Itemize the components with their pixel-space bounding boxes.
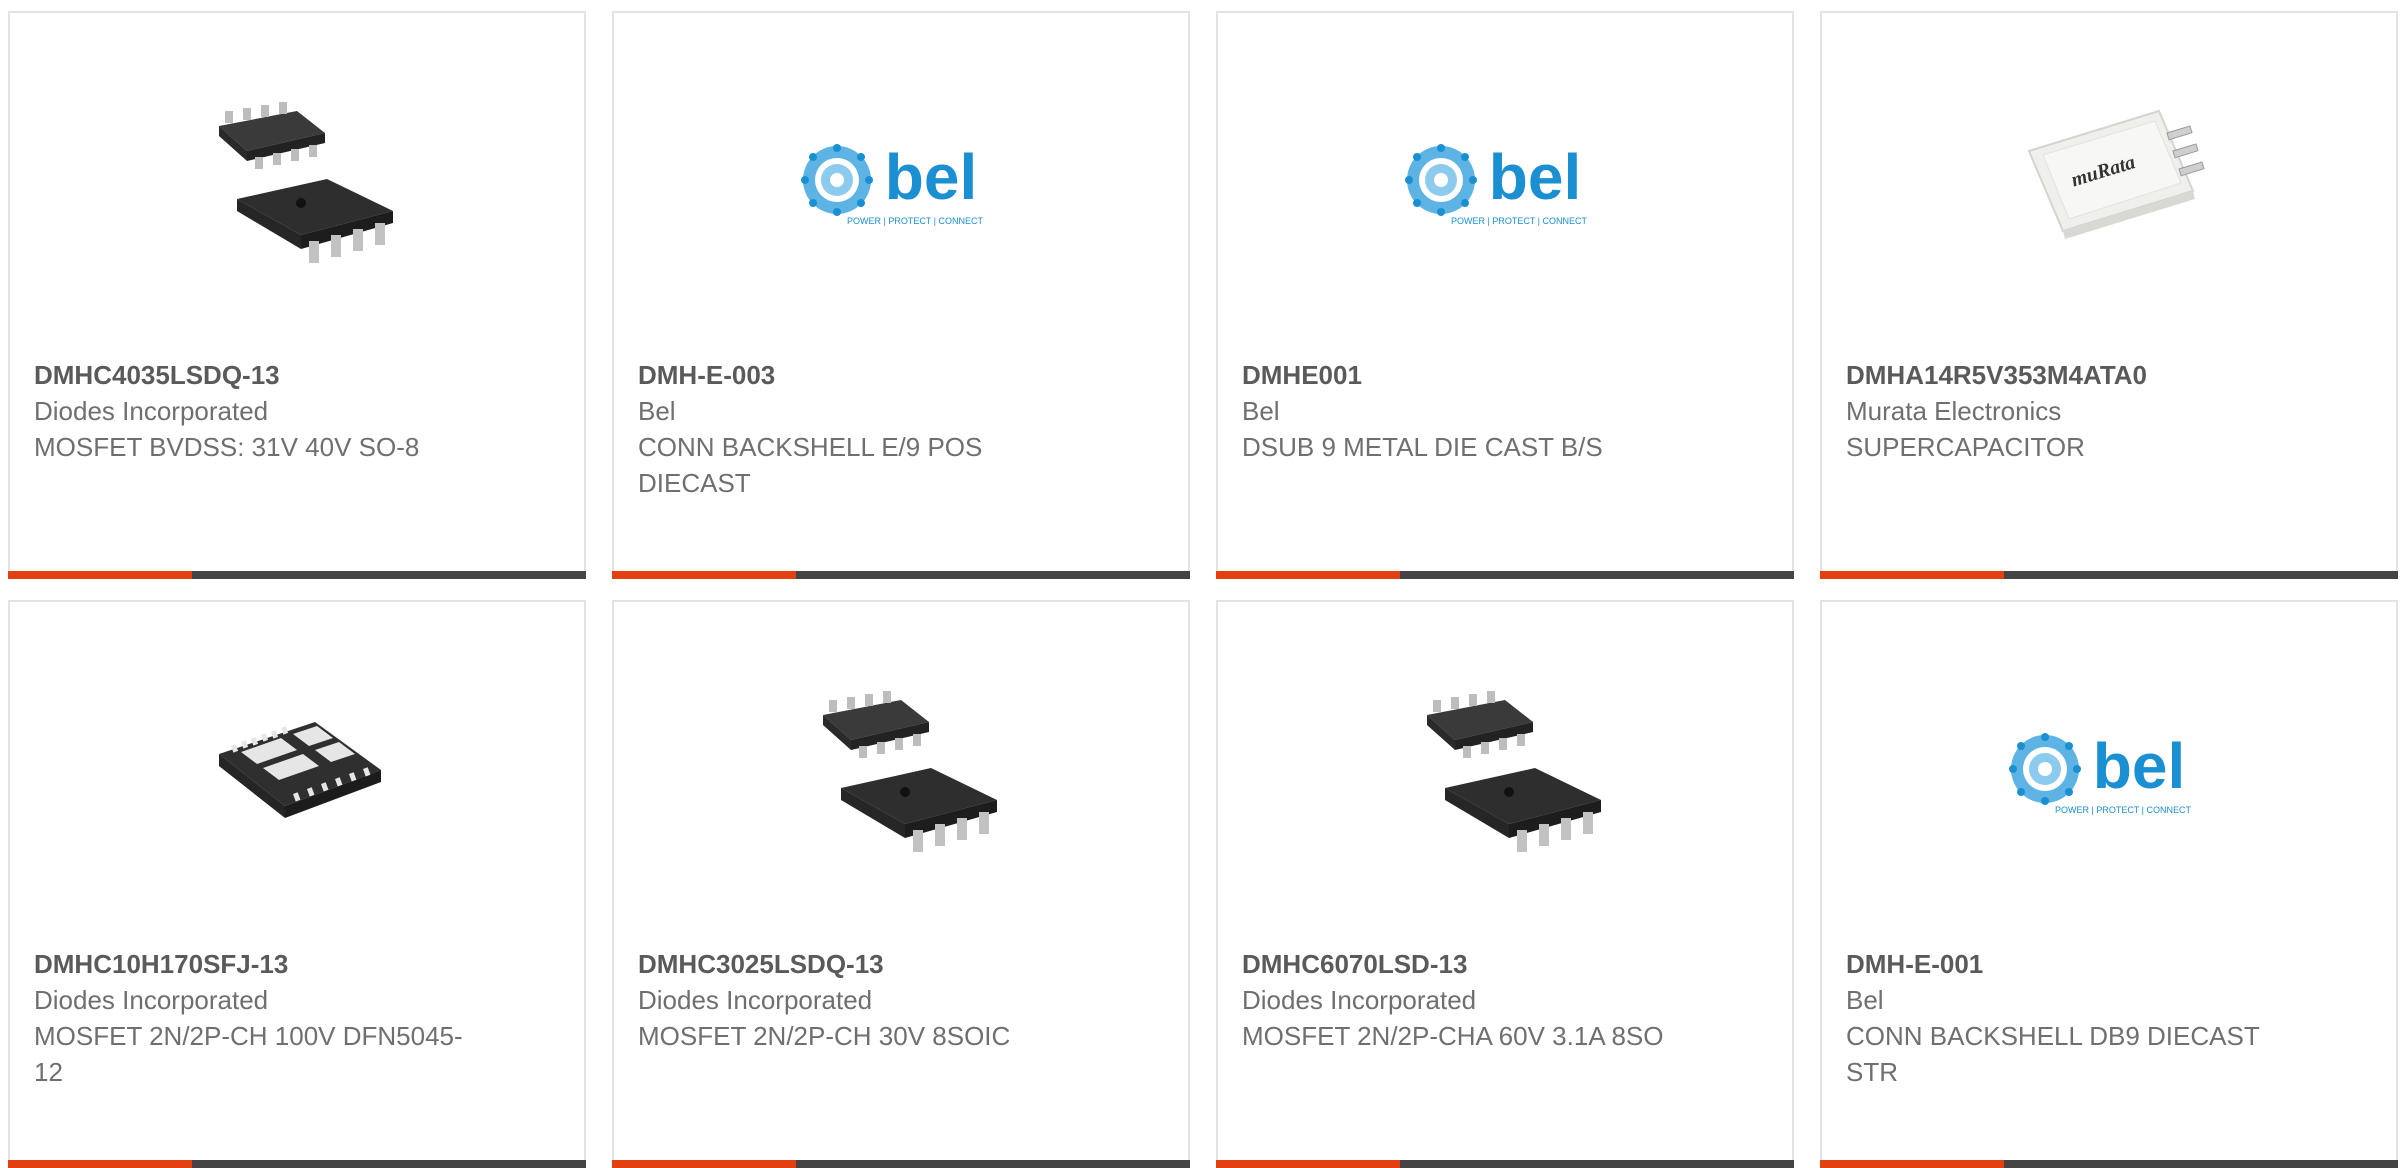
product-card[interactable]: DMHC6070LSD-13 Diodes Incorporated MOSFE… [1216,600,1794,1168]
product-info: DMHC6070LSD-13 Diodes Incorporated MOSFE… [1242,946,1768,1054]
product-image[interactable]: bel POWER | PROTECT | CONNECT [1405,81,1605,281]
murata-supercapacitor-icon: muRata [2027,109,2205,239]
product-image[interactable] [197,670,397,870]
card-footer-bar [612,571,1190,579]
card-footer-bar [8,571,586,579]
product-info: DMHA14R5V353M4ATA0 Murata Electronics SU… [1846,357,2372,465]
product-card[interactable]: DMHC4035LSDQ-13 Diodes Incorporated MOSF… [8,11,586,579]
soic-8-package-icon [219,102,393,263]
product-info: DMHC10H170SFJ-13 Diodes Incorporated MOS… [34,946,560,1090]
product-info: DMHC3025LSDQ-13 Diodes Incorporated MOSF… [638,946,1164,1054]
manufacturer: Diodes Incorporated [638,985,873,1015]
card-accent-bar [612,571,796,579]
product-card[interactable]: bel POWER | PROTECT | CONNECT DMHE001 Be… [1216,11,1794,579]
product-card[interactable]: DMHC3025LSDQ-13 Diodes Incorporated MOSF… [612,600,1190,1168]
bel-tagline: POWER | PROTECT | CONNECT [847,216,984,226]
part-number[interactable]: DMH-E-003 [638,357,1164,393]
card-footer-bar [1216,571,1794,579]
manufacturer: Diodes Incorporated [1242,985,1477,1015]
soic-8-package-icon [1427,691,1601,852]
product-card[interactable]: muRata DMHA14R5V353M4ATA0 Murata Electro… [1820,11,2398,579]
part-number[interactable]: DMHC3025LSDQ-13 [638,946,1164,982]
part-number[interactable]: DMHC4035LSDQ-13 [34,357,560,393]
bel-tagline: POWER | PROTECT | CONNECT [1451,216,1588,226]
part-number[interactable]: DMHC10H170SFJ-13 [34,946,560,982]
part-number[interactable]: DMH-E-001 [1846,946,2372,982]
bel-wordmark: bel [885,141,977,213]
description: MOSFET BVDSS: 31V 40V SO-8 [34,432,420,462]
product-card[interactable]: bel POWER | PROTECT | CONNECT DMH-E-003 … [612,11,1190,579]
product-info: DMHC4035LSDQ-13 Diodes Incorporated MOSF… [34,357,560,465]
product-card[interactable]: bel POWER | PROTECT | CONNECT DMH-E-001 … [1820,600,2398,1168]
card-footer-bar [1820,571,2398,579]
part-number[interactable]: DMHA14R5V353M4ATA0 [1846,357,2372,393]
product-image[interactable]: muRata [2009,81,2209,281]
bel-logo-icon: bel POWER | PROTECT | CONNECT [2009,730,2192,815]
manufacturer: Bel [638,396,676,426]
part-number[interactable]: DMHE001 [1242,357,1768,393]
bel-wordmark: bel [1489,141,1581,213]
bel-wordmark: bel [2093,730,2185,802]
soic-8-package-icon [823,691,997,852]
product-image[interactable] [1405,670,1605,870]
card-accent-bar [1216,571,1400,579]
product-image[interactable]: bel POWER | PROTECT | CONNECT [801,81,1001,281]
manufacturer: Bel [1846,985,1884,1015]
product-grid: DMHC4035LSDQ-13 Diodes Incorporated MOSF… [0,0,2400,1168]
manufacturer: Diodes Incorporated [34,985,269,1015]
manufacturer: Diodes Incorporated [34,396,269,426]
description: MOSFET 2N/2P-CHA 60V 3.1A 8SO [1242,1021,1664,1051]
bel-logo-icon: bel POWER | PROTECT | CONNECT [801,141,984,226]
manufacturer: Bel [1242,396,1280,426]
product-image[interactable]: bel POWER | PROTECT | CONNECT [2009,670,2209,870]
product-card[interactable]: DMHC10H170SFJ-13 Diodes Incorporated MOS… [8,600,586,1168]
part-number[interactable]: DMHC6070LSD-13 [1242,946,1768,982]
product-info: DMH-E-003 Bel CONN BACKSHELL E/9 POS DIE… [638,357,1164,501]
product-info: DMH-E-001 Bel CONN BACKSHELL DB9 DIECAST… [1846,946,2372,1090]
bel-tagline: POWER | PROTECT | CONNECT [2055,805,2192,815]
card-accent-bar [1820,571,2004,579]
dfn-package-icon [219,722,381,818]
description: CONN BACKSHELL DB9 DIECAST STR [1846,1021,2260,1087]
description: DSUB 9 METAL DIE CAST B/S [1242,432,1603,462]
description: CONN BACKSHELL E/9 POS DIECAST [638,432,983,498]
description: MOSFET 2N/2P-CH 30V 8SOIC [638,1021,1011,1051]
description: MOSFET 2N/2P-CH 100V DFN5045-12 [34,1021,463,1087]
bel-logo-icon: bel POWER | PROTECT | CONNECT [1405,141,1588,226]
product-image[interactable] [197,81,397,281]
card-accent-bar [8,571,192,579]
description: SUPERCAPACITOR [1846,432,2085,462]
manufacturer: Murata Electronics [1846,396,2062,426]
product-image[interactable] [801,670,1001,870]
product-info: DMHE001 Bel DSUB 9 METAL DIE CAST B/S [1242,357,1768,465]
